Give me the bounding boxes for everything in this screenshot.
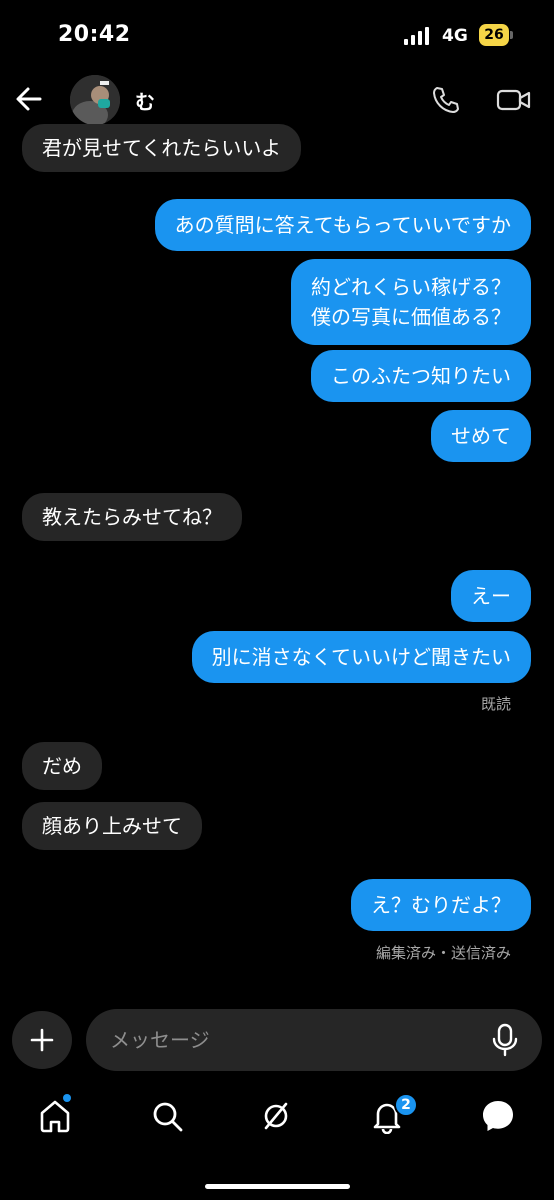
message-incoming[interactable]: 君が見せてくれたらいいよ — [22, 124, 301, 172]
home-icon[interactable] — [37, 1098, 73, 1134]
message-outgoing[interactable]: このふたつ知りたい — [311, 350, 531, 402]
message-line: 僕の写真に価値ある？ — [311, 305, 511, 329]
plus-icon — [30, 1028, 54, 1052]
video-icon[interactable] — [496, 84, 532, 116]
message-incoming[interactable]: だめ — [22, 742, 102, 790]
message-outgoing[interactable]: 約どれくらい稼げる？ 僕の写真に価値ある？ — [291, 259, 531, 345]
add-button[interactable] — [12, 1011, 72, 1069]
read-receipt: 既読 — [480, 695, 511, 713]
edit-status: 編集済み・送信済み — [375, 944, 511, 962]
home-notification-dot — [63, 1094, 71, 1102]
notification-badge: 2 — [394, 1093, 418, 1117]
battery-tip — [510, 31, 513, 39]
message-incoming[interactable]: 顔あり上みせて — [22, 802, 202, 850]
network-label: 4G — [442, 26, 468, 46]
message-outgoing[interactable]: あの質問に答えてもらっていいですか — [154, 199, 531, 251]
search-icon[interactable] — [149, 1098, 185, 1134]
home-indicator — [205, 1184, 350, 1189]
avatar[interactable] — [70, 75, 120, 125]
explore-icon[interactable] — [258, 1098, 294, 1134]
contact-name[interactable]: む — [135, 86, 155, 115]
message-line: 約どれくらい稼げる？ — [311, 275, 511, 299]
messenger-icon[interactable] — [480, 1098, 516, 1134]
battery-icon: 26 — [479, 24, 509, 46]
message-placeholder: メッセージ — [110, 1028, 210, 1052]
message-incoming[interactable]: 教えたらみせてね？ — [22, 493, 242, 541]
back-arrow-icon[interactable] — [12, 82, 46, 116]
message-outgoing[interactable]: 別に消さなくていいけど聞きたい — [191, 631, 531, 683]
message-outgoing[interactable]: えー — [451, 570, 531, 622]
message-outgoing[interactable]: え？むりだよ？ — [351, 879, 531, 931]
phone-icon[interactable] — [430, 84, 462, 116]
signal-icon — [404, 27, 429, 45]
message-outgoing[interactable]: せめて — [431, 410, 531, 462]
status-time: 20:42 — [58, 22, 131, 47]
microphone-icon[interactable] — [488, 1022, 522, 1058]
